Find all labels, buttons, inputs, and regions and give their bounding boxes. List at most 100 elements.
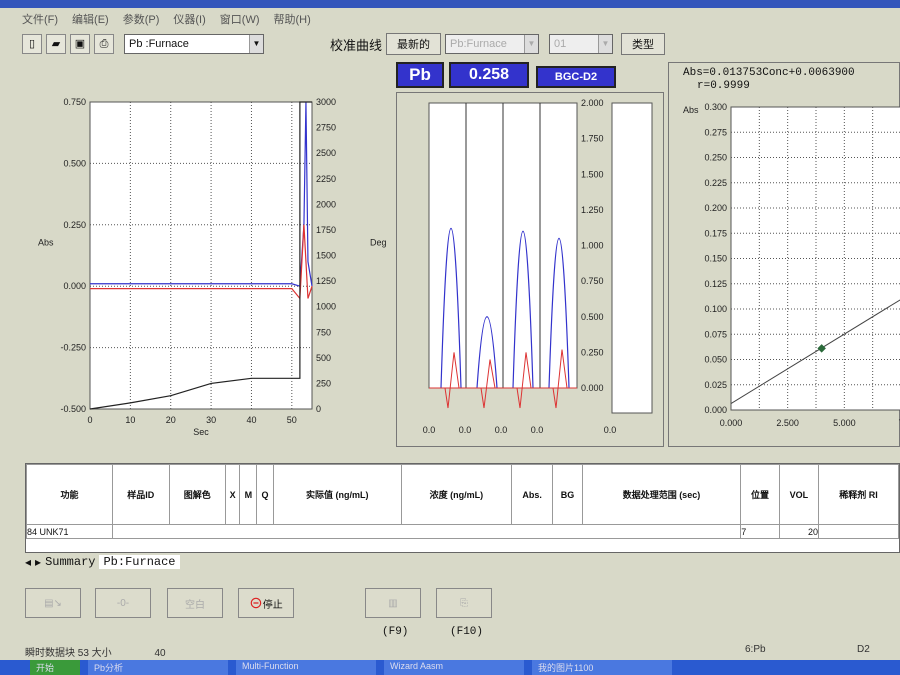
method-select[interactable]: Pb :Furnace ▼ [124,34,264,54]
measure-button[interactable]: ▥ [365,588,421,618]
status-size: 40 [154,648,166,659]
column-header[interactable]: 样品ID [111,464,170,525]
autosampler-button[interactable]: ▤↘ [25,588,81,618]
row-position: 7 [740,524,780,539]
y2-tick-label: 1750 [316,225,336,235]
table-row[interactable]: 84 UNK71 7 20 [26,524,899,539]
menu-file[interactable]: 文件(F) [22,11,58,27]
y-tick-label: 0.500 [63,158,86,168]
calibration-chart: 0.300 0.275 0.250 0.225 0.200 0.175 0.150 0.125… [683,102,900,428]
chevron-down-icon: ▼ [249,35,263,53]
y2-tick-label: 2000 [316,199,336,209]
new-file-icon[interactable]: ▯ [22,34,42,54]
f10-label: (F10) [450,626,484,638]
calib-number-value: 01 [554,38,567,50]
y-tick-label: 0.250 [581,347,604,357]
column-header[interactable]: M [239,464,258,525]
y2-tick-label: 1000 [316,302,336,312]
menu-window[interactable]: 窗口(W) [220,11,260,27]
y-tick-label: 0.000 [704,405,727,415]
column-header[interactable]: 稀释剂 RI [818,464,899,525]
y2-tick-label: 2250 [316,174,336,184]
y-axis-label: Abs [683,105,699,115]
stop-label: 停止 [262,599,283,611]
column-header[interactable]: VOL [778,464,820,525]
column-header[interactable]: 实际值 (ng/mL) [272,464,402,525]
tab-pb-furnace[interactable]: Pb:Furnace [99,555,180,569]
task-item[interactable]: Multi-Function [236,660,376,675]
x-tick-label: 30 [206,415,216,425]
plot-area [89,101,313,410]
column-header[interactable]: Abs. [510,464,554,525]
open-folder-icon[interactable]: ▰ [46,34,66,54]
calibration-panel: Abs=0.013753Conc+0.0063900 r=0.9999 0.30… [668,62,900,447]
column-header[interactable]: 浓度 (ng/mL) [400,464,512,525]
y-tick-label: 0.750 [581,276,604,286]
y-tick-label: 0.175 [704,228,727,238]
y2-tick-label: 250 [316,378,331,388]
column-header[interactable]: X [225,464,241,525]
x-tick-label: 0 [87,415,92,425]
column-header[interactable]: Q [256,464,274,525]
side-plot-area [611,102,653,414]
row-number: 84 [27,526,38,537]
calib-method-select[interactable]: Pb:Furnace ▼ [445,34,540,54]
tab-summary[interactable]: Summary [45,555,95,569]
y-tick-label: 1.250 [581,205,604,215]
x-tick-label: 0.0 [459,425,472,435]
zero-button[interactable]: -0- [95,588,151,618]
start-button[interactable]: 开始 [30,660,80,675]
stop-icon: ⊝ [249,595,263,612]
y2-tick-label: 1250 [316,276,336,286]
x-tick-label: 10 [125,415,135,425]
latest-button[interactable]: 最新的 [386,33,442,55]
menu-edit[interactable]: 编辑(E) [72,11,109,27]
task-item[interactable]: 我的图片1100 [532,660,672,675]
y2-tick-label: 2750 [316,123,336,133]
task-item[interactable]: Wizard Aasm [384,660,524,675]
peak-chart: 2.000 1.750 1.500 1.250 1.000 0.750 0.500 0.250… [423,98,653,435]
x-tick-label: 40 [246,415,256,425]
task-item[interactable]: Pb分析 [88,660,228,675]
y2-tick-label: 2500 [316,148,336,158]
status-block: 瞬时数据块 53 大小 [25,648,112,659]
tab-scroll-left[interactable]: ◂ [25,555,31,570]
y2-tick-label: 3000 [316,97,336,107]
y-tick-label: 0.250 [704,153,727,163]
y2-tick-label: 1500 [316,251,336,261]
blank-button[interactable]: 空白 [167,588,223,618]
blank-label: 空白 [185,599,205,611]
x-tick-label: 50 [287,415,297,425]
save-icon[interactable]: ▣ [70,34,90,54]
y-tick-label: 0.275 [704,127,727,137]
y-tick-label: 0.050 [704,355,727,365]
tab-scroll-right[interactable]: ▸ [35,555,41,570]
y-tick-label: 0.150 [704,254,727,264]
column-header[interactable]: 功能 [26,464,113,525]
print-icon[interactable]: ⎙ [94,34,114,54]
row-vol[interactable]: 20 [778,524,820,539]
peak-chart-panel: 2.000 1.750 1.500 1.250 1.000 0.750 0.500 0.250… [396,92,664,447]
column-header[interactable]: 位置 [740,464,780,525]
rinse-button[interactable]: ⎘ [436,588,492,618]
calib-number-select[interactable]: 01 ▼ [549,34,614,54]
status-bar: 瞬时数据块 53 大小 40 6:Pb D2 [25,644,900,659]
type-button[interactable]: 类型 [621,33,666,55]
abs-value-badge: 0.258 [449,62,529,88]
y2-tick-label: 750 [316,327,331,337]
calib-equation: Abs=0.013753Conc+0.0063900 [683,67,855,79]
menu-params[interactable]: 参数(P) [123,11,160,27]
y-tick-label: 0.500 [581,312,604,322]
menu-help[interactable]: 帮助(H) [274,11,311,27]
column-header[interactable]: BG [552,464,583,525]
menu-instrument[interactable]: 仪器(I) [173,11,205,27]
sample-id: UNK71 [39,526,69,537]
stop-button[interactable]: ⊝ 停止 [238,588,294,618]
element-badge: Pb [396,62,444,88]
y2-tick-label: 0 [316,404,321,414]
column-header[interactable]: 图解色 [168,464,227,525]
x-tick-label: 0.0 [495,425,508,435]
column-header[interactable]: 数据处理范围 (sec) [581,464,742,525]
f9-label: (F9) [382,626,409,638]
method-value: Pb :Furnace [129,38,189,50]
